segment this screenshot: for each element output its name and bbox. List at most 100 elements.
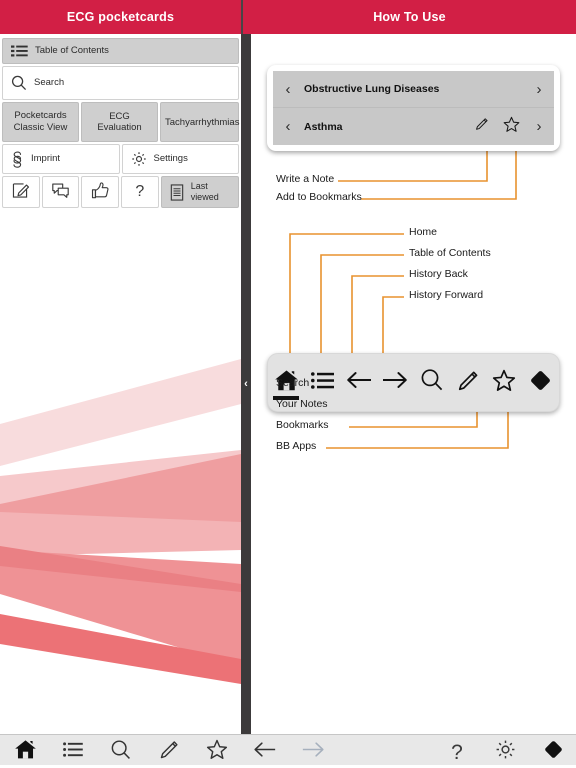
annotation-bb-apps: BB Apps — [276, 440, 317, 452]
page-title-right: How To Use — [373, 10, 446, 24]
top-header: ECG pocketcards How To Use — [0, 0, 576, 34]
history-back-icon — [346, 370, 372, 395]
search-icon — [11, 75, 27, 91]
bottombar-back-button[interactable] — [242, 735, 288, 768]
sidebar-row-tabs: Pocketcards Classic View ECG Evaluation … — [2, 102, 239, 142]
chapter-nav-row: ‹ Obstructive Lung Diseases › — [273, 71, 554, 108]
tab-label-ecg-evaluation: ECG Evaluation — [97, 111, 142, 133]
thumbs-up-icon — [91, 181, 110, 203]
bottombar-toc-button[interactable] — [50, 735, 96, 768]
document-icon — [170, 183, 184, 201]
gear-icon — [495, 739, 516, 765]
annotation-history-back: History Back — [409, 268, 468, 280]
sidebar-tab-tachyarrhythmias[interactable]: Tachyarrhythmias — [160, 102, 239, 142]
star-icon — [206, 739, 228, 765]
sidebar-item-write-note[interactable] — [2, 176, 40, 208]
bottombar-home-button[interactable] — [2, 735, 48, 768]
annotation-home: Home — [409, 226, 438, 238]
app-root: ECG pocketcards How To Use Table of Cont… — [0, 0, 576, 768]
page-title-left: ECG pocketcards — [66, 10, 175, 24]
bb-apps-icon — [529, 369, 552, 397]
chat-bubbles-icon — [51, 181, 70, 203]
tab-label-line1: Pocketcards — [14, 110, 67, 122]
toolbar-forward-button[interactable] — [377, 354, 413, 411]
annotation-table-of-contents: Table of Contents — [409, 247, 491, 259]
sidebar-tab-ecg-evaluation[interactable]: ECG Evaluation — [81, 102, 158, 142]
topic-title: Asthma — [304, 120, 343, 133]
home-icon — [14, 739, 37, 765]
sidebar-item-settings[interactable]: Settings — [121, 144, 239, 174]
your-notes-icon — [457, 369, 480, 397]
chevron-left-icon: ‹ — [244, 377, 248, 390]
question-mark-icon: ? — [451, 740, 463, 764]
sidebar-tab-pocketcards-classic-view[interactable]: Pocketcards Classic View — [2, 102, 79, 142]
bottombar-bb-apps-button[interactable] — [530, 735, 576, 768]
toolbar-search-button[interactable] — [414, 354, 450, 411]
bottombar-forward-button[interactable] — [290, 735, 336, 768]
bb-apps-icon — [543, 739, 564, 765]
toolbar-bb-apps-button[interactable] — [523, 354, 559, 411]
how-to-use-panel: ‹ Obstructive Lung Diseases › ‹ Asthma ›… — [251, 34, 576, 734]
history-forward-icon — [382, 370, 408, 395]
header-left-pane: ECG pocketcards — [0, 0, 241, 34]
note-edit-icon — [11, 181, 30, 203]
topic-next-button[interactable]: › — [532, 118, 546, 135]
paragraph-icon — [11, 151, 24, 168]
tab-label-tachyarrhythmias: Tachyarrhythmias — [165, 116, 240, 128]
topic-nav-row: ‹ Asthma › — [273, 108, 554, 145]
topic-prev-button[interactable]: ‹ — [281, 118, 295, 135]
chapter-title: Obstructive Lung Diseases — [304, 83, 440, 95]
gear-icon — [131, 151, 147, 167]
sidebar-item-feedback[interactable] — [41, 176, 80, 208]
sidebar-item-last-viewed[interactable]: Last viewed — [160, 176, 239, 208]
header-right-pane: How To Use — [243, 0, 576, 34]
sidebar-item-label-imprint: Imprint — [31, 152, 61, 164]
panel-divider-handle[interactable]: ‹ — [241, 34, 251, 734]
sidebar-item-table-of-contents[interactable]: Table of Contents — [2, 38, 239, 64]
chapter-prev-button[interactable]: ‹ — [281, 81, 295, 98]
annotation-write-a-note: Write a Note — [276, 173, 335, 185]
search-icon — [110, 739, 132, 766]
list-icon — [11, 45, 28, 57]
decorative-ribbons — [0, 254, 241, 734]
back-arrow-icon — [253, 740, 277, 764]
last-viewed-line2: viewed — [190, 192, 219, 202]
table-of-contents-icon — [310, 371, 335, 394]
toolbar-notes-button[interactable] — [450, 354, 486, 411]
pencil-icon[interactable] — [474, 116, 490, 137]
annotation-your-notes: Your Notes — [276, 398, 328, 410]
sidebar-row-toc: Table of Contents — [2, 38, 239, 64]
annotation-search: Search — [276, 377, 310, 389]
bottombar-help-button[interactable]: ? — [434, 735, 480, 768]
sidebar-menu: Table of Contents Search Pocketcards Cla… — [0, 34, 241, 208]
bottom-toolbar: ? — [0, 734, 576, 768]
sidebar-item-label-settings: Settings — [153, 152, 188, 164]
bookmarks-icon — [492, 369, 516, 397]
search-input[interactable]: Search — [2, 66, 239, 100]
annotation-add-to-bookmarks: Add to Bookmarks — [276, 191, 362, 203]
last-viewed-line1: Last — [190, 181, 208, 192]
navigation-card: ‹ Obstructive Lung Diseases › ‹ Asthma › — [267, 65, 560, 151]
sidebar-item-help[interactable]: ? — [121, 176, 159, 208]
search-placeholder: Search — [34, 76, 65, 88]
toolbar-back-button[interactable] — [341, 354, 377, 411]
annotation-history-forward: History Forward — [409, 289, 484, 301]
toolbar-bookmarks-button[interactable] — [486, 354, 522, 411]
sidebar-row-quick-actions: ? Last viewed — [2, 176, 239, 208]
bottombar-notes-button[interactable] — [146, 735, 192, 768]
table-of-contents-icon — [62, 742, 84, 762]
bottombar-bookmarks-button[interactable] — [194, 735, 240, 768]
sidebar-row-imprint-settings: Imprint Settings — [2, 144, 239, 174]
sidebar-item-label-toc: Table of Contents — [35, 44, 109, 56]
star-icon[interactable] — [503, 116, 520, 138]
question-mark-icon: ? — [135, 183, 145, 200]
annotation-bookmarks: Bookmarks — [276, 419, 329, 431]
forward-arrow-icon — [301, 740, 325, 764]
bottombar-search-button[interactable] — [98, 735, 144, 768]
chapter-next-button[interactable]: › — [532, 81, 546, 98]
sidebar-row-search: Search — [2, 66, 239, 100]
sidebar-item-like[interactable] — [81, 176, 120, 208]
tab-label-line2: Classic View — [13, 122, 68, 133]
bottombar-settings-button[interactable] — [482, 735, 528, 768]
sidebar-item-imprint[interactable]: Imprint — [2, 144, 120, 174]
